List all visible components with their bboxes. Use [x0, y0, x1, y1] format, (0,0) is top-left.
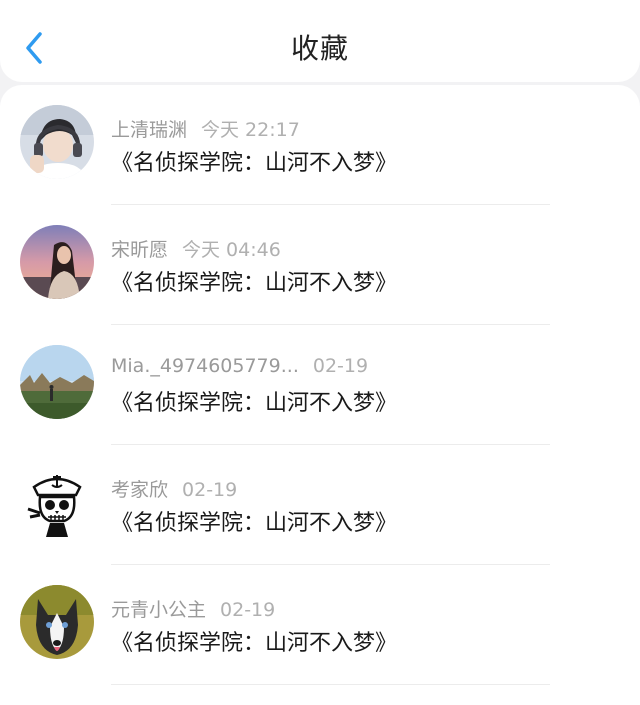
- user-name[interactable]: 宋昕愿: [111, 239, 168, 261]
- user-name[interactable]: 上清瑞渊: [111, 119, 187, 141]
- timestamp: 今天 04:46: [182, 239, 281, 261]
- item-meta: 元青小公主 02-19: [111, 595, 275, 622]
- favorite-title[interactable]: 《名侦探学院：山河不入梦》: [111, 145, 397, 177]
- item-meta: Mia._4974605779... 02-19: [111, 355, 368, 377]
- favorites-list: 上清瑞渊 今天 22:17 《名侦探学院：山河不入梦》 宋昕愿 今天 04:46…: [0, 85, 640, 705]
- timestamp: 02-19: [312, 355, 369, 377]
- item-meta: 上清瑞渊 今天 22:17: [111, 115, 300, 142]
- favorite-title[interactable]: 《名侦探学院：山河不入梦》: [111, 625, 397, 657]
- user-name[interactable]: 考家欣: [111, 479, 168, 501]
- avatar[interactable]: [20, 345, 94, 419]
- list-item[interactable]: 元青小公主 02-19 《名侦探学院：山河不入梦》: [0, 565, 640, 685]
- favorite-title[interactable]: 《名侦探学院：山河不入梦》: [111, 265, 397, 297]
- list-item[interactable]: 上清瑞渊 今天 22:17 《名侦探学院：山河不入梦》: [0, 85, 640, 205]
- avatar[interactable]: [20, 225, 94, 299]
- item-meta: 考家欣 02-19: [111, 475, 237, 502]
- avatar[interactable]: [20, 105, 94, 179]
- avatar[interactable]: [20, 585, 94, 659]
- list-item[interactable]: Mia._4974605779... 02-19 《名侦探学院：山河不入梦》: [0, 325, 640, 445]
- divider: [111, 684, 550, 685]
- timestamp: 今天 22:17: [201, 119, 300, 141]
- user-name[interactable]: Mia._4974605779...: [111, 355, 299, 377]
- favorite-title[interactable]: 《名侦探学院：山河不入梦》: [111, 385, 397, 417]
- user-name[interactable]: 元青小公主: [111, 599, 206, 621]
- nav-bar: 收藏: [0, 0, 640, 82]
- timestamp: 02-19: [220, 599, 276, 621]
- timestamp: 02-19: [182, 479, 238, 501]
- list-item[interactable]: 考家欣 02-19 《名侦探学院：山河不入梦》: [0, 445, 640, 565]
- avatar[interactable]: [20, 465, 94, 539]
- list-item[interactable]: 宋昕愿 今天 04:46 《名侦探学院：山河不入梦》: [0, 205, 640, 325]
- item-meta: 宋昕愿 今天 04:46: [111, 235, 281, 262]
- favorite-title[interactable]: 《名侦探学院：山河不入梦》: [111, 505, 397, 537]
- page-title: 收藏: [290, 32, 349, 65]
